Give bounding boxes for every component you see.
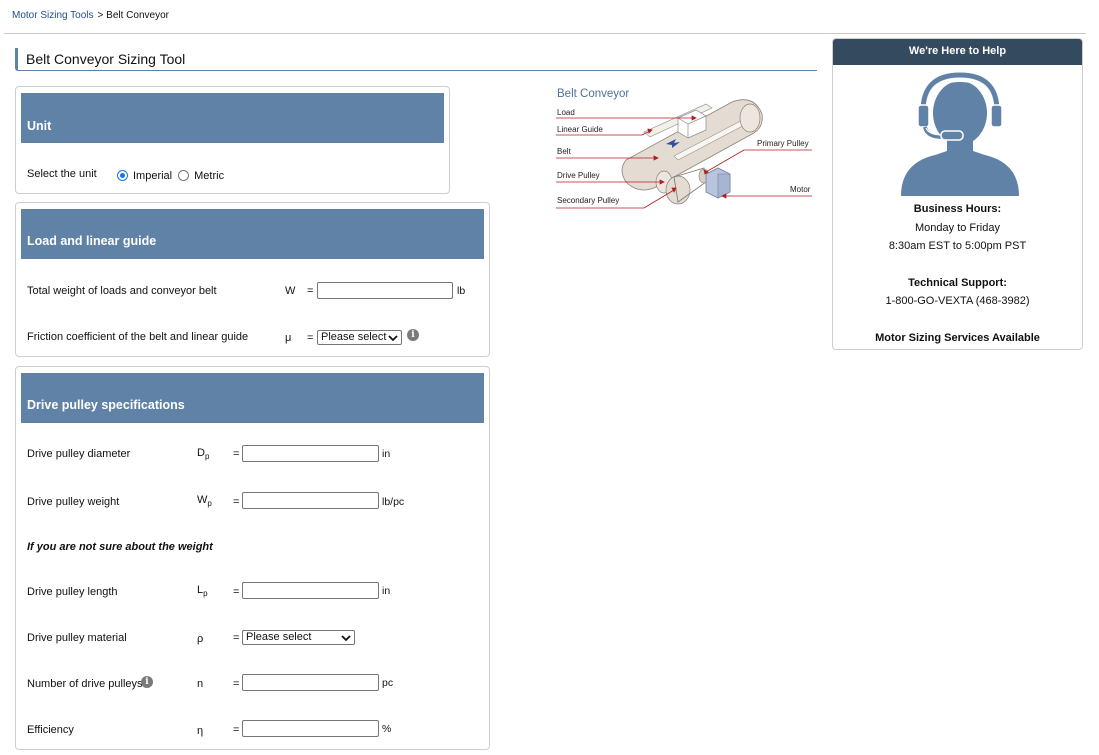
radio-imperial[interactable] xyxy=(117,169,128,181)
efficiency-equals: = xyxy=(233,724,240,736)
drive-diameter-label: Drive pulley diameter xyxy=(27,448,131,460)
total-weight-label: Total weight of loads and conveyor belt xyxy=(27,285,217,297)
drive-weight-unit: lb/pc xyxy=(382,496,405,508)
support-agent-icon xyxy=(901,72,1019,196)
breadcrumb: Motor Sizing Tools > Belt Conveyor xyxy=(12,10,169,21)
belt-conveyor-diagram: Belt Conveyor Load Linear Guide Belt Dri… xyxy=(554,82,816,218)
friction-select-value: Please select xyxy=(321,331,387,343)
drive-weight-equals: = xyxy=(233,496,240,508)
info-icon[interactable]: i xyxy=(407,329,419,341)
drive-weight-input[interactable] xyxy=(242,492,379,509)
diagram-label-drive-pulley: Drive Pulley xyxy=(557,171,600,180)
unit-card: Unit Select the unit Imperial Metric xyxy=(15,86,450,194)
breadcrumb-current: Belt Conveyor xyxy=(106,10,169,21)
business-days: Monday to Friday xyxy=(915,222,1000,234)
drive-material-equals: = xyxy=(233,632,240,644)
drive-length-unit: in xyxy=(382,585,391,597)
friction-select[interactable]: Please select xyxy=(317,330,402,345)
drive-diameter-equals: = xyxy=(233,448,240,460)
help-panel: We're Here to Help Business Hours: Monda… xyxy=(832,38,1083,350)
unit-card-header: Unit xyxy=(21,93,444,143)
drive-pulley-card-header: Drive pulley specifications xyxy=(21,373,484,423)
chevron-down-icon xyxy=(341,634,351,641)
diagram-label-linear-guide: Linear Guide xyxy=(557,125,603,134)
total-weight-unit: lb xyxy=(457,285,466,297)
radio-metric[interactable] xyxy=(178,169,190,181)
help-panel-header: We're Here to Help xyxy=(833,39,1082,65)
drive-count-label: Number of drive pulleys xyxy=(27,678,143,690)
efficiency-symbol: η xyxy=(197,725,204,737)
radio-metric-label[interactable]: Metric xyxy=(194,170,224,182)
chevron-down-icon xyxy=(388,334,398,341)
diagram-label-belt: Belt xyxy=(557,147,571,156)
business-hours-title: Business Hours: xyxy=(913,203,1002,215)
drive-weight-label: Drive pulley weight xyxy=(27,496,120,508)
load-card-header: Load and linear guide xyxy=(21,209,484,259)
drive-length-input[interactable] xyxy=(242,582,379,599)
drive-count-unit: pc xyxy=(382,677,394,689)
drive-material-symbol: ρ xyxy=(197,633,204,645)
drive-length-equals: = xyxy=(233,586,240,598)
efficiency-input[interactable] xyxy=(242,720,379,737)
drive-material-label: Drive pulley material xyxy=(27,632,127,644)
total-weight-equals: = xyxy=(307,285,314,297)
drive-count-equals: = xyxy=(233,678,240,690)
breadcrumb-separator: > xyxy=(97,10,104,21)
drive-count-symbol: n xyxy=(197,678,204,690)
diagram-label-secondary-pulley: Secondary Pulley xyxy=(557,196,620,205)
unit-label: Select the unit xyxy=(27,168,97,180)
drive-material-select[interactable]: Please select xyxy=(242,630,355,645)
friction-label: Friction coefficient of the belt and lin… xyxy=(27,331,249,343)
weight-help-note[interactable]: If you are not sure about the weight xyxy=(27,541,213,553)
efficiency-unit: % xyxy=(382,723,392,735)
friction-equals: = xyxy=(307,332,314,344)
business-hours: 8:30am EST to 5:00pm PST xyxy=(888,240,1027,252)
total-weight-symbol: W xyxy=(285,285,296,297)
total-weight-input[interactable] xyxy=(317,282,453,299)
drive-count-input[interactable] xyxy=(242,674,379,691)
load-card: Load and linear guide Total weight of lo… xyxy=(15,202,490,357)
unit-radio-group: Imperial Metric xyxy=(117,168,224,182)
drive-pulley-card: Drive pulley specifications Drive pulley… xyxy=(15,366,490,750)
info-icon[interactable]: i xyxy=(141,676,153,688)
diagram-label-motor: Motor xyxy=(790,185,811,194)
header-divider xyxy=(4,33,1086,34)
drive-diameter-unit: in xyxy=(382,448,391,460)
diagram-title: Belt Conveyor xyxy=(557,88,630,100)
radio-imperial-label[interactable]: Imperial xyxy=(133,170,172,182)
technical-support-phone[interactable]: 1-800-GO-VEXTA (468-3982) xyxy=(833,295,1082,307)
diagram-label-load: Load xyxy=(557,108,575,117)
drive-diameter-symbol: Dp xyxy=(197,447,210,461)
drive-length-symbol: Lp xyxy=(197,584,208,598)
breadcrumb-link-motor-sizing-tools[interactable]: Motor Sizing Tools xyxy=(12,10,94,21)
motor-sizing-services[interactable]: Motor Sizing Services Available xyxy=(833,332,1082,344)
page-title: Belt Conveyor Sizing Tool xyxy=(15,48,817,71)
efficiency-label: Efficiency xyxy=(27,724,74,736)
technical-support-title: Technical Support: xyxy=(908,277,1007,289)
drive-material-select-value: Please select xyxy=(246,631,312,643)
diagram-label-primary-pulley: Primary Pulley xyxy=(757,139,809,148)
drive-diameter-input[interactable] xyxy=(242,445,379,462)
drive-weight-symbol: Wp xyxy=(197,494,212,508)
friction-symbol: μ xyxy=(285,332,292,344)
drive-length-label: Drive pulley length xyxy=(27,586,118,598)
